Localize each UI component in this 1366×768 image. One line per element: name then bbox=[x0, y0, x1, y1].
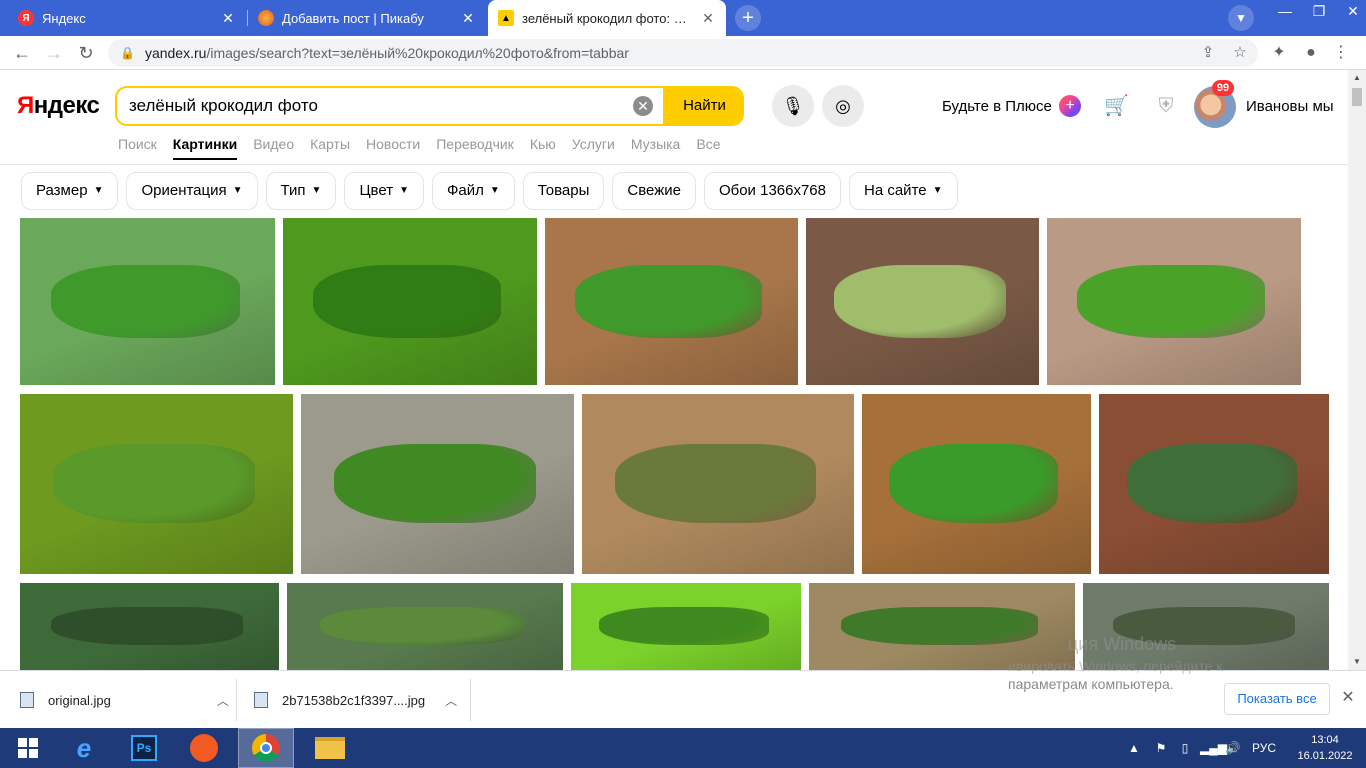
page-scrollbar[interactable]: ▲ ▼ bbox=[1348, 70, 1366, 670]
crocodile-shape bbox=[313, 265, 501, 338]
file-explorer-icon[interactable] bbox=[302, 728, 358, 768]
image-file-icon bbox=[20, 692, 34, 708]
start-button[interactable] bbox=[0, 728, 56, 768]
image-result[interactable] bbox=[287, 583, 563, 670]
image-result[interactable] bbox=[545, 218, 798, 385]
volume-icon[interactable]: 🔊 bbox=[1224, 728, 1242, 768]
network-icon[interactable]: ▂▄▆ bbox=[1200, 728, 1227, 768]
image-result[interactable] bbox=[809, 583, 1075, 670]
scrollbar-thumb[interactable] bbox=[1352, 88, 1362, 106]
clock-date: 16.01.2022 bbox=[1297, 750, 1353, 762]
system-clock[interactable]: 13:04 16.01.2022 bbox=[1292, 732, 1358, 764]
crocodile-shape bbox=[889, 444, 1058, 523]
image-result[interactable] bbox=[1083, 583, 1329, 670]
tray-expand-icon[interactable]: ▲ bbox=[1126, 728, 1142, 768]
photoshop-icon[interactable]: Ps bbox=[116, 728, 172, 768]
watermark-line-2: ивировать Windows, перейдите к bbox=[1008, 658, 1223, 674]
close-shelf-icon[interactable]: ✕ bbox=[1338, 688, 1358, 708]
image-result[interactable] bbox=[571, 583, 801, 670]
crocodile-shape bbox=[1077, 265, 1265, 338]
internet-explorer-icon[interactable]: e bbox=[56, 728, 112, 768]
crocodile-shape bbox=[51, 265, 240, 338]
windows-activation-watermark: ция Windows ивировать Windows, перейдите… bbox=[1008, 634, 1222, 692]
download-item[interactable]: 2b71538b2c1f3397....jpg ︿ bbox=[254, 671, 457, 729]
shelf-divider bbox=[236, 679, 237, 721]
crocodile-shape bbox=[575, 265, 762, 338]
chrome-taskbar-icon[interactable] bbox=[238, 728, 294, 768]
scroll-down-icon[interactable]: ▼ bbox=[1348, 654, 1366, 670]
windows-logo-icon bbox=[18, 738, 38, 758]
download-filename: 2b71538b2c1f3397....jpg bbox=[282, 692, 426, 708]
image-result[interactable] bbox=[283, 218, 537, 385]
image-result[interactable] bbox=[301, 394, 574, 574]
download-filename: original.jpg bbox=[48, 692, 111, 708]
crocodile-shape bbox=[841, 607, 1038, 645]
crocodile-shape bbox=[615, 444, 816, 523]
chevron-up-icon[interactable]: ︿ bbox=[217, 692, 229, 709]
clock-time: 13:04 bbox=[1311, 734, 1339, 746]
crocodile-shape bbox=[334, 444, 536, 523]
action-center-icon[interactable]: ⚑ bbox=[1152, 728, 1170, 768]
download-item[interactable]: original.jpg ︿ bbox=[20, 671, 229, 729]
crocodile-shape bbox=[1127, 444, 1297, 523]
image-result[interactable] bbox=[20, 394, 293, 574]
language-indicator[interactable]: РУС bbox=[1250, 728, 1278, 768]
watermark-line-1: ция Windows bbox=[1068, 634, 1177, 654]
battery-icon[interactable]: ▯ bbox=[1176, 728, 1194, 768]
shelf-divider bbox=[470, 679, 471, 721]
image-result[interactable] bbox=[806, 218, 1039, 385]
crocodile-shape bbox=[51, 607, 243, 645]
crocodile-shape bbox=[53, 444, 255, 523]
crocodile-shape bbox=[320, 607, 524, 645]
chevron-up-icon[interactable]: ︿ bbox=[445, 692, 457, 709]
image-result[interactable] bbox=[1099, 394, 1329, 574]
scroll-up-icon[interactable]: ▲ bbox=[1348, 70, 1366, 86]
image-result[interactable] bbox=[582, 394, 854, 574]
image-result[interactable] bbox=[1047, 218, 1301, 385]
crocodile-shape bbox=[834, 265, 1006, 338]
app-orange-icon[interactable] bbox=[176, 728, 232, 768]
image-result[interactable] bbox=[862, 394, 1091, 574]
crocodile-shape bbox=[599, 607, 769, 645]
image-file-icon bbox=[254, 692, 268, 708]
windows-taskbar: e Ps ▲ ⚑ ▯ ▂▄▆ 🔊 РУС 13:04 16.01.2022 bbox=[0, 728, 1366, 768]
watermark-line-3: параметрам компьютера. bbox=[1008, 676, 1174, 692]
image-result[interactable] bbox=[20, 583, 279, 670]
image-results-grid bbox=[0, 0, 1348, 670]
image-result[interactable] bbox=[20, 218, 275, 385]
show-all-downloads-button[interactable]: Показать все bbox=[1224, 683, 1330, 715]
